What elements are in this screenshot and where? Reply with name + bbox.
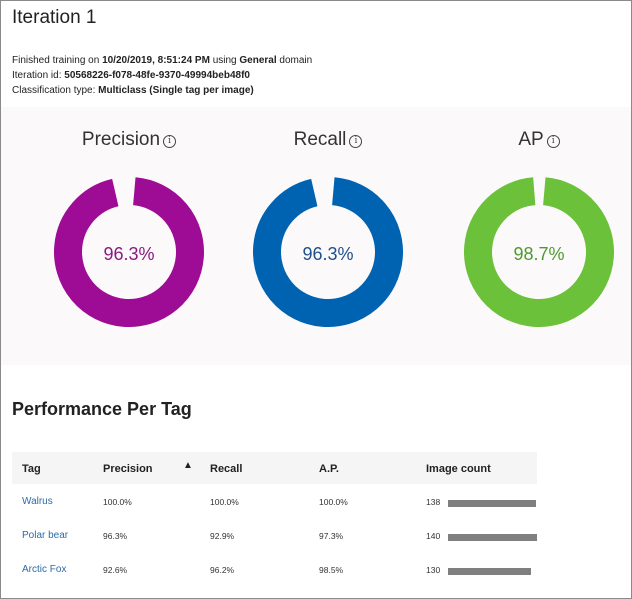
performance-table: Tag Precision ▲ Recall A.P. Image count … — [12, 452, 537, 586]
tag-link[interactable]: Polar bear — [22, 530, 68, 541]
metric-precision: Precision i 96.3% — [34, 107, 224, 365]
classification-type: Multiclass (Single tag per image) — [98, 85, 254, 96]
sort-ascending-icon[interactable]: ▲ — [183, 460, 193, 471]
metric-title: Recall i — [233, 129, 423, 151]
recall-cell: 100.0% — [210, 497, 239, 507]
info-icon[interactable]: i — [349, 135, 363, 148]
metrics-panel: Precision i 96.3% Recall i 96.3% AP i 98.7% — [1, 107, 631, 365]
classification-row: Classification type: Multiclass (Single … — [12, 85, 254, 96]
iteration-id: 50568226-f078-48fe-9370-49994beb48f0 — [64, 70, 250, 81]
metric-title: AP i — [444, 129, 632, 151]
image-count-cell: 130 — [426, 565, 441, 575]
image-count-cell: 138 — [426, 497, 441, 507]
col-tag-header[interactable]: Tag — [22, 463, 41, 475]
image-count-bar — [448, 534, 537, 541]
ap-cell: 97.3% — [319, 531, 344, 541]
recall-value: 96.3% — [302, 244, 354, 264]
info-icon[interactable]: i — [546, 135, 560, 148]
metric-ap: AP i 98.7% — [444, 107, 632, 365]
table-header: Tag Precision ▲ Recall A.P. Image count — [12, 452, 537, 484]
col-precision-header[interactable]: Precision — [103, 463, 153, 475]
page-title: Iteration 1 — [12, 7, 97, 28]
tag-link[interactable]: Walrus — [22, 496, 53, 507]
precision-cell: 92.6% — [103, 565, 128, 575]
image-count-bar — [448, 500, 536, 507]
col-recall-header[interactable]: Recall — [210, 463, 242, 475]
ap-cell: 100.0% — [319, 497, 348, 507]
info-icon[interactable]: i — [163, 135, 177, 148]
col-ap-header[interactable]: A.P. — [319, 463, 339, 475]
table-row: Arctic Fox 92.6% 96.2% 98.5% 130 — [12, 552, 537, 586]
tag-link[interactable]: Arctic Fox — [22, 564, 66, 575]
precision-cell: 96.3% — [103, 531, 128, 541]
image-count-cell: 140 — [426, 531, 441, 541]
image-count-bar — [448, 568, 531, 575]
ap-value: 98.7% — [513, 244, 565, 264]
table-row: Walrus 100.0% 100.0% 100.0% 138 — [12, 484, 537, 518]
metric-recall: Recall i 96.3% — [233, 107, 423, 365]
training-domain: General — [239, 55, 277, 66]
training-date: 10/20/2019, 8:51:24 PM — [102, 55, 210, 66]
col-image-count-header[interactable]: Image count — [426, 463, 491, 475]
iteration-id-row: Iteration id: 50568226-f078-48fe-9370-49… — [12, 70, 250, 81]
table-body: Walrus 100.0% 100.0% 100.0% 138 Polar be… — [12, 484, 537, 586]
recall-cell: 92.9% — [210, 531, 235, 541]
ap-cell: 98.5% — [319, 565, 344, 575]
recall-cell: 96.2% — [210, 565, 235, 575]
iteration-meta: Finished training on 10/20/2019, 8:51:24… — [12, 53, 312, 98]
precision-cell: 100.0% — [103, 497, 132, 507]
performance-title: Performance Per Tag — [12, 399, 192, 419]
precision-value: 96.3% — [103, 244, 155, 264]
table-row: Polar bear 96.3% 92.9% 97.3% 140 — [12, 518, 537, 552]
training-info: Finished training on 10/20/2019, 8:51:24… — [12, 55, 313, 66]
metric-title: Precision i — [34, 129, 224, 151]
